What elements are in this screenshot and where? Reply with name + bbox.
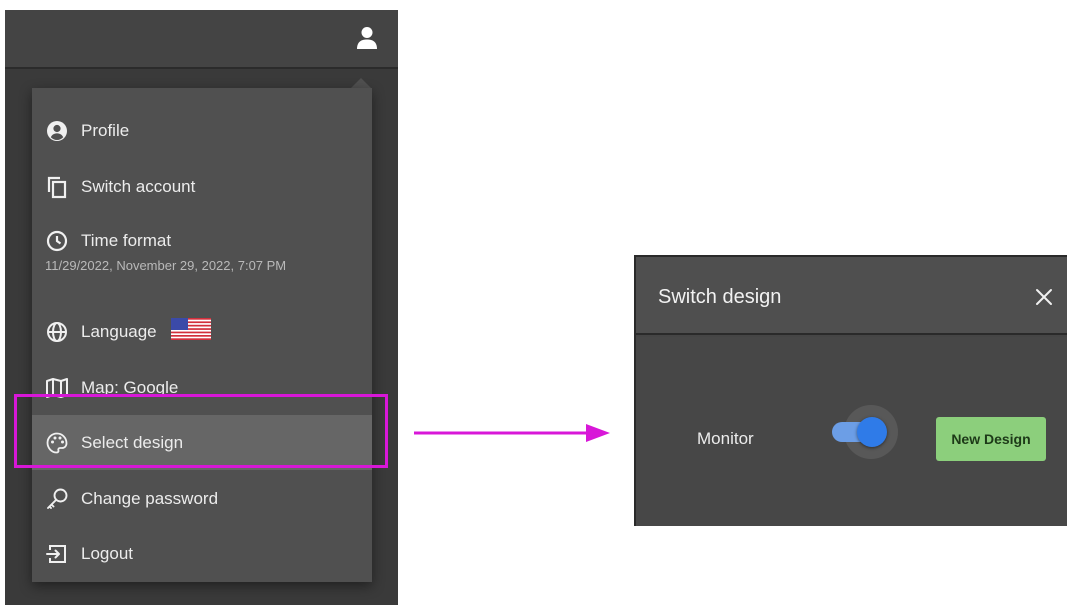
menu-item-language[interactable]: Language [32,304,372,359]
close-button[interactable] [1032,285,1056,309]
key-icon [45,487,69,511]
menu-item-label: Select design [81,432,184,452]
menu-item-label: Logout [81,543,133,563]
menu-item-label: Switch account [81,176,196,196]
user-menu-button[interactable] [354,25,380,51]
menu-item-label: Profile [81,120,130,140]
design-toggle[interactable] [828,405,900,465]
menu-item-profile[interactable]: Profile [32,103,372,158]
time-format-value: 11/29/2022, November 29, 2022, 7:07 PM [45,258,287,273]
monitor-label: Monitor [697,429,754,448]
menu-item-label: Change password [81,488,219,508]
account-circle-icon [45,119,69,143]
palette-icon [45,431,69,455]
new-design-button[interactable]: New Design [936,417,1046,461]
dialog-title: Switch design [658,286,782,308]
globe-icon [45,320,69,344]
arrow-right-icon [414,424,610,442]
user-icon [357,27,377,49]
switch-design-dialog: Switch design Monitor New Design [634,255,1067,526]
menu-item-time-format[interactable]: Time format 11/29/2022, November 29, 202… [32,215,372,275]
menu-caret [351,78,371,88]
dialog-header: Switch design [636,257,1067,335]
menu-item-switch-account[interactable]: Switch account [32,159,372,214]
close-icon [1036,289,1052,305]
menu-item-select-design[interactable]: Select design [32,415,372,470]
app-panel: Profile Switch account Time format 11/29… [5,10,398,605]
menu-item-label: Language [81,321,157,341]
toggle-thumb [857,417,887,447]
clock-icon [45,229,69,253]
map-icon [45,376,69,400]
dialog-body: Monitor New Design [636,337,1067,526]
menu-item-change-password[interactable]: Change password [32,471,372,526]
logout-icon [45,542,69,566]
menu-item-label: Map: Google [81,377,179,397]
user-dropdown-menu: Profile Switch account Time format 11/29… [32,88,372,582]
menu-item-label: Time format [81,231,172,250]
top-bar [5,10,398,69]
us-flag-icon [170,318,211,345]
copy-icon [45,175,69,199]
menu-item-map[interactable]: Map: Google [32,360,372,415]
menu-item-logout[interactable]: Logout [32,526,372,581]
